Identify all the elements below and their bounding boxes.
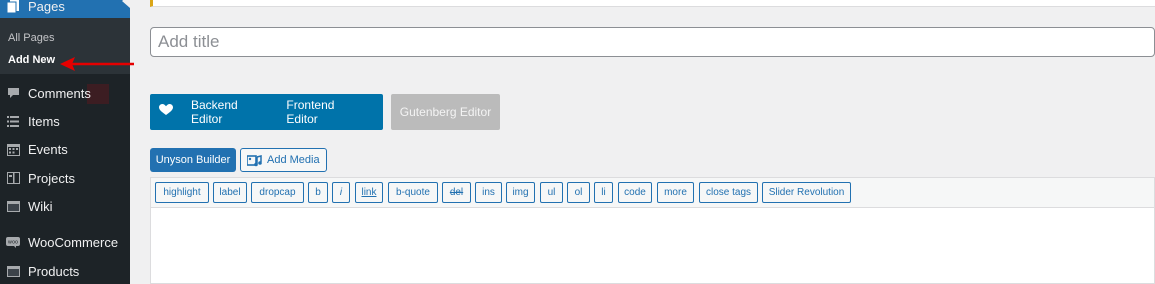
qt-code-button[interactable]: code <box>618 182 652 203</box>
sidebar-item-woocommerce[interactable]: woo WooCommerce <box>0 229 130 255</box>
sidebar-item-label: Items <box>28 113 60 129</box>
sidebar-item-items[interactable]: Items <box>0 108 130 134</box>
sidebar-item-label: WooCommerce <box>28 234 119 250</box>
add-media-icon <box>247 154 262 167</box>
qt-img-button[interactable]: img <box>506 182 535 203</box>
gutenberg-editor-button[interactable]: Gutenberg Editor <box>391 94 500 130</box>
qt-bold-button[interactable]: b <box>308 182 328 203</box>
title-placeholder: Add title <box>158 32 220 51</box>
qt-ul-button[interactable]: ul <box>540 182 563 203</box>
qt-italic-button[interactable]: i <box>332 182 350 203</box>
pages-icon <box>6 0 20 13</box>
sidebar-item-label: Products <box>28 263 80 279</box>
woocommerce-icon: woo <box>6 235 20 249</box>
sidebar-item-label: Events <box>28 141 68 157</box>
qt-del-button[interactable]: del <box>442 182 471 203</box>
svg-text:woo: woo <box>8 239 18 245</box>
comments-icon <box>6 86 20 100</box>
sidebar-item-label: Wiki <box>28 198 53 214</box>
submenu-item-add-new[interactable]: Add New <box>8 54 55 66</box>
annotation-arrow <box>60 57 134 71</box>
admin-notice <box>150 0 1155 7</box>
add-media-button[interactable]: Add Media <box>240 148 327 172</box>
qt-dropcap-button[interactable]: dropcap <box>251 182 304 203</box>
sidebar-item-pages[interactable]: Pages <box>0 0 130 18</box>
qt-link-button[interactable]: link <box>355 182 383 203</box>
calendar-icon <box>6 142 20 156</box>
sidebar-item-label: Comments <box>28 85 91 101</box>
unyson-builder-button[interactable]: Unyson Builder <box>150 148 236 172</box>
submenu-item-all-pages[interactable]: All Pages <box>8 32 54 44</box>
frontend-editor-button[interactable]: Frontend Editor <box>286 98 362 126</box>
qt-bquote-button[interactable]: b-quote <box>388 182 438 203</box>
qt-slider-revolution-button[interactable]: Slider Revolution <box>762 182 851 203</box>
sidebar-item-projects[interactable]: Projects <box>0 165 130 191</box>
current-menu-pointer <box>122 0 130 8</box>
sidebar-item-products[interactable]: Products <box>0 258 130 284</box>
sidebar-item-label: Pages <box>28 0 65 14</box>
sidebar-item-events[interactable]: Events <box>0 136 130 162</box>
products-icon <box>6 264 20 278</box>
admin-sidebar: Pages All Pages Add New Comments Items E… <box>0 0 130 284</box>
qt-highlight-button[interactable]: highlight <box>155 182 209 203</box>
title-input[interactable]: Add title <box>150 27 1155 57</box>
sidebar-item-wiki[interactable]: Wiki <box>0 193 130 219</box>
qt-li-button[interactable]: li <box>594 182 613 203</box>
sidebar-item-comments[interactable]: Comments <box>0 80 130 106</box>
projects-icon <box>6 171 20 185</box>
qt-close-tags-button[interactable]: close tags <box>699 182 758 203</box>
backend-editor-button[interactable]: Backend Editor <box>191 98 265 126</box>
add-media-label: Add Media <box>267 154 320 166</box>
sidebar-item-label: Projects <box>28 170 75 186</box>
qt-ol-button[interactable]: ol <box>567 182 590 203</box>
qt-label-button[interactable]: label <box>213 182 247 203</box>
wpbakery-editor-switch: Backend Editor Frontend Editor <box>150 94 383 130</box>
wiki-icon <box>6 199 20 213</box>
list-icon <box>6 114 20 128</box>
wpbakery-logo-icon <box>159 103 173 121</box>
qt-more-button[interactable]: more <box>657 182 694 203</box>
qt-ins-button[interactable]: ins <box>475 182 502 203</box>
